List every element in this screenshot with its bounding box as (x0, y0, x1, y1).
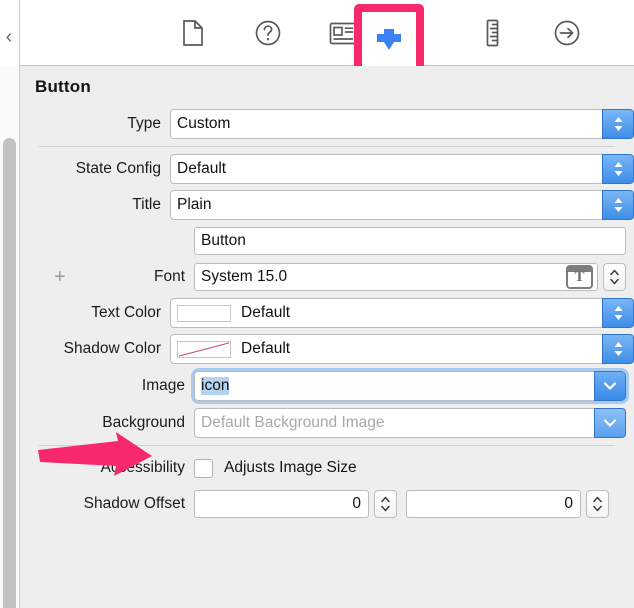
text-color-swatch[interactable] (177, 304, 231, 322)
title-popup-stepper[interactable] (602, 190, 634, 220)
page-title: Button (35, 77, 91, 96)
background-combobox[interactable]: Default Background Image (194, 407, 626, 438)
row-title: Title Plain (20, 187, 634, 223)
background-dropdown-button[interactable] (594, 407, 626, 438)
toolbar-item-quick-help[interactable] (245, 10, 291, 56)
label-shadow-offset: Shadow Offset (83, 495, 185, 512)
adjusts-image-size-checkbox[interactable] (194, 458, 213, 478)
attributes-slider-icon (369, 19, 409, 64)
type-popup[interactable]: Custom (170, 109, 634, 139)
label-title: Title (132, 196, 161, 213)
row-image: Image icon (20, 367, 634, 404)
text-color-popup-stepper[interactable] (602, 298, 634, 328)
state-config-value[interactable]: Default (170, 154, 602, 184)
label-state-config: State Config (75, 160, 161, 177)
arrow-right-circle-icon (553, 19, 581, 47)
type-popup-stepper[interactable] (602, 109, 634, 139)
label-accessibility: Accessibility (100, 459, 185, 476)
row-text-color: Text Color Default (20, 295, 634, 331)
image-input[interactable]: icon (194, 370, 594, 401)
row-font: + Font System 15.0 T (20, 259, 634, 295)
attribute-rows: Type Custom State Config Default Title P… (20, 106, 634, 522)
state-config-popup[interactable]: Default (170, 154, 634, 184)
vertical-scrollbar[interactable] (0, 66, 19, 608)
row-shadow-offset: Shadow Offset 0 0 (20, 486, 634, 522)
document-icon (181, 19, 205, 47)
no-color-slash-icon (178, 341, 230, 357)
shadow-color-swatch[interactable] (177, 340, 231, 358)
toolbar-item-file-inspector[interactable] (170, 10, 216, 56)
divider-1 (39, 146, 615, 147)
shadow-color-popup-stepper[interactable] (602, 334, 634, 364)
shadow-color-field[interactable]: Default (170, 334, 602, 364)
shadow-offset-x-input[interactable]: 0 (194, 490, 369, 518)
font-field[interactable]: System 15.0 T (194, 263, 598, 291)
question-circle-icon (254, 19, 282, 47)
row-background: Background Default Background Image (20, 404, 634, 441)
shadow-offset-y-stepper[interactable] (586, 490, 609, 518)
label-type: Type (127, 115, 161, 132)
add-attribute-button[interactable]: + (54, 267, 66, 287)
font-picker-icon[interactable]: T (566, 265, 593, 289)
row-shadow-color: Shadow Color Default (20, 331, 634, 367)
ruler-icon (484, 19, 501, 47)
row-type: Type Custom (20, 106, 634, 142)
shadow-color-popup[interactable]: Default (170, 334, 634, 364)
back-chevron-icon[interactable]: ‹ (1, 26, 17, 48)
label-background: Background (102, 413, 185, 431)
text-color-value: Default (241, 304, 291, 321)
xcode-attributes-inspector-panel: ‹ Button Type Custom State Config Defaul… (0, 0, 634, 608)
adjusts-image-size-label: Adjusts Image Size (224, 459, 357, 476)
toolbar-item-connections-inspector[interactable] (544, 10, 590, 56)
label-text-color: Text Color (91, 304, 161, 321)
shadow-offset-x-stepper[interactable] (374, 490, 397, 518)
row-state-config: State Config Default (20, 151, 634, 187)
label-shadow-color: Shadow Color (63, 340, 161, 357)
identity-card-icon (329, 22, 357, 45)
background-placeholder: Default Background Image (201, 413, 385, 431)
row-accessibility: Accessibility Adjusts Image Size (20, 450, 634, 486)
image-combobox[interactable]: icon (191, 367, 629, 404)
divider-2 (39, 445, 615, 446)
label-font: Font (153, 268, 185, 285)
toolbar-item-size-inspector[interactable] (469, 10, 515, 56)
inspector-body: Button Type Custom State Config Default (20, 66, 634, 608)
adjusts-image-size-control[interactable]: Adjusts Image Size (194, 458, 357, 478)
title-popup[interactable]: Plain (170, 190, 634, 220)
shadow-color-value: Default (241, 340, 291, 357)
title-value[interactable]: Plain (170, 190, 602, 220)
font-size-stepper[interactable] (603, 263, 626, 291)
text-color-field[interactable]: Default (170, 298, 602, 328)
row-title-text: Button (20, 223, 634, 259)
scrollbar-thumb[interactable] (3, 138, 16, 608)
image-dropdown-button[interactable] (594, 370, 626, 401)
background-input[interactable]: Default Background Image (194, 407, 594, 438)
title-text-input[interactable]: Button (194, 227, 626, 255)
label-image: Image (141, 376, 185, 394)
font-value: System 15.0 (201, 268, 288, 285)
type-value[interactable]: Custom (170, 109, 602, 139)
image-value[interactable]: icon (201, 376, 230, 395)
state-config-popup-stepper[interactable] (602, 154, 634, 184)
inspector-toolbar (20, 0, 634, 78)
shadow-offset-y-input[interactable]: 0 (406, 490, 581, 518)
text-color-popup[interactable]: Default (170, 298, 634, 328)
